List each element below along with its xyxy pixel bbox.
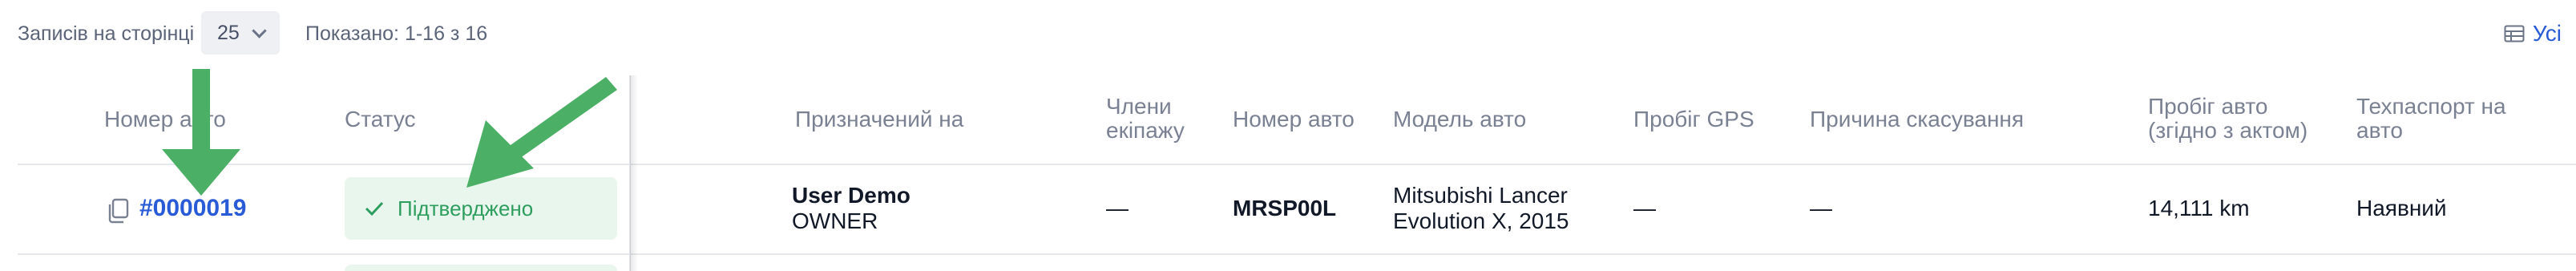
row-divider: [18, 253, 2576, 255]
header-mileage-act[interactable]: Пробіг авто (згідно з актом): [2148, 95, 2340, 143]
header-crew-members[interactable]: Члени екіпажу: [1106, 95, 1210, 143]
columns-all-label: Усі: [2532, 21, 2562, 46]
next-row-status-badge: [345, 265, 617, 271]
table-header: Номер авто Статус Призначений на Члени е…: [0, 71, 2576, 164]
header-gps-mileage[interactable]: Пробіг GPS: [1633, 107, 1754, 131]
crew-cell: —: [1106, 196, 1129, 220]
per-page-value: 25: [217, 21, 240, 44]
table-toolbar: Записів на сторінці 25 Показано: 1-16 з …: [0, 0, 2576, 66]
cancel-reason-cell: —: [1810, 196, 1832, 220]
assignee-cell: User Demo OWNER: [792, 183, 910, 234]
assignee-name: User Demo: [792, 183, 910, 208]
order-link[interactable]: #0000019: [139, 195, 246, 222]
annotation-arrow-icon: [162, 69, 240, 196]
header-car-model[interactable]: Модель авто: [1393, 107, 1526, 131]
gps-cell: —: [1633, 196, 1656, 220]
chevron-down-icon: [252, 22, 267, 38]
per-page-select[interactable]: 25: [201, 11, 280, 55]
tech-passport-cell: Наявний: [2356, 196, 2447, 220]
assignee-role: OWNER: [792, 208, 878, 233]
header-status[interactable]: Статус: [345, 107, 416, 131]
status-label: Підтверджено: [398, 196, 534, 220]
columns-all-button[interactable]: Усі: [2504, 21, 2562, 47]
header-car-number[interactable]: Номер авто: [1233, 107, 1355, 131]
copy-icon[interactable]: [106, 198, 130, 224]
per-page-label: Записів на сторінці: [18, 22, 195, 45]
annotation-arrow-icon: [466, 77, 617, 188]
table-icon: [2504, 25, 2525, 42]
plate-cell: MRSP00L: [1233, 196, 1337, 220]
mileage-cell: 14,111 km: [2148, 196, 2250, 220]
sticky-column-shadow: [630, 75, 638, 271]
header-tech-passport[interactable]: Техпаспорт на авто: [2356, 95, 2541, 143]
check-icon: [365, 201, 384, 216]
model-cell: Mitsubishi Lancer Evolution X, 2015: [1393, 183, 1569, 233]
header-cancel-reason[interactable]: Причина скасування: [1810, 107, 2024, 131]
pagination-summary: Показано: 1-16 з 16: [305, 22, 488, 45]
header-assigned-to[interactable]: Призначений на: [795, 107, 963, 131]
